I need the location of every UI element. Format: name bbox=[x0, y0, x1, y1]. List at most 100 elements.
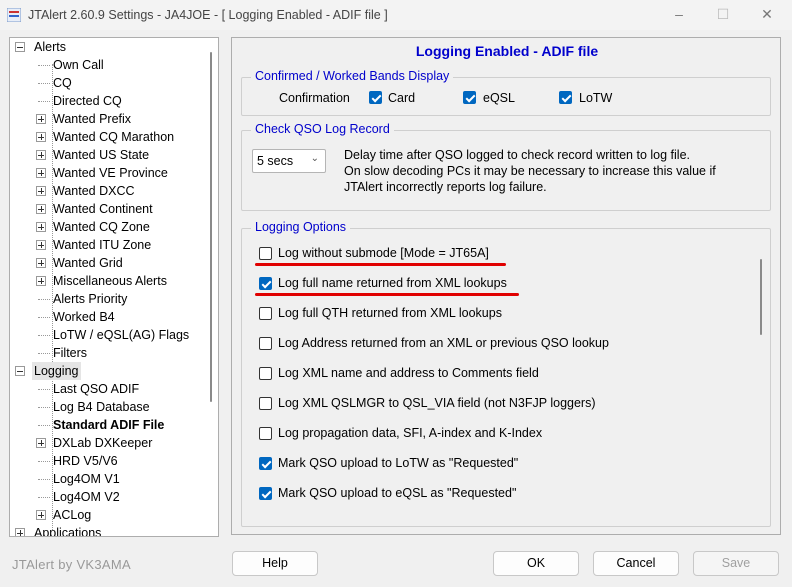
tree-item-label: Wanted CQ Marathon bbox=[53, 130, 175, 144]
expand-icon[interactable] bbox=[36, 186, 46, 196]
expand-icon[interactable] bbox=[36, 222, 46, 232]
tree-item-label: HRD V5/V6 bbox=[53, 454, 118, 468]
tree-item-wanted-cq-zone[interactable]: Wanted CQ Zone bbox=[10, 218, 218, 236]
card-checkbox[interactable] bbox=[369, 91, 382, 104]
tree-item-label: ACLog bbox=[53, 508, 92, 522]
option-checkbox[interactable] bbox=[259, 367, 272, 380]
page-title: Logging Enabled - ADIF file bbox=[415, 43, 599, 59]
tree-item-standard-adif-file[interactable]: Standard ADIF File bbox=[10, 416, 218, 434]
expand-icon[interactable] bbox=[36, 510, 46, 520]
tree-item-directed-cq[interactable]: Directed CQ bbox=[10, 92, 218, 110]
option-checkbox[interactable] bbox=[259, 487, 272, 500]
collapse-icon[interactable] bbox=[15, 366, 25, 376]
group-label: Check QSO Log Record bbox=[251, 122, 394, 136]
option-checkbox[interactable] bbox=[259, 337, 272, 350]
tree-item-label: Filters bbox=[53, 346, 88, 360]
expand-icon[interactable] bbox=[15, 528, 25, 536]
tree-item-wanted-continent[interactable]: Wanted Continent bbox=[10, 200, 218, 218]
tree-item-wanted-dxcc[interactable]: Wanted DXCC bbox=[10, 182, 218, 200]
collapse-icon[interactable] bbox=[15, 42, 25, 52]
title-bar: JTAlert 2.60.9 Settings - JA4JOE - [ Log… bbox=[0, 0, 792, 30]
tree-item-wanted-grid[interactable]: Wanted Grid bbox=[10, 254, 218, 272]
option-checkbox[interactable] bbox=[259, 427, 272, 440]
tree-item-log-b4-database[interactable]: Log B4 Database bbox=[10, 398, 218, 416]
option-checkbox[interactable] bbox=[259, 307, 272, 320]
option-label: Mark QSO upload to LoTW as "Requested" bbox=[278, 456, 519, 470]
tree-item-label: Wanted DXCC bbox=[53, 184, 135, 198]
app-icon bbox=[7, 8, 21, 22]
option-checkbox[interactable] bbox=[259, 277, 272, 290]
delay-select[interactable]: 5 secs ⌄ bbox=[252, 149, 326, 173]
card-label: Card bbox=[388, 91, 416, 105]
tree-item-wanted-itu-zone[interactable]: Wanted ITU Zone bbox=[10, 236, 218, 254]
tree-item-alerts[interactable]: Alerts bbox=[10, 38, 218, 56]
expand-icon[interactable] bbox=[36, 132, 46, 142]
save-button[interactable]: Save bbox=[693, 551, 779, 576]
option-checkbox[interactable] bbox=[259, 457, 272, 470]
eqsl-checkbox[interactable] bbox=[463, 91, 476, 104]
brand-text: JTAlert by VK3AMA bbox=[12, 557, 132, 572]
tree-item-applications[interactable]: Applications bbox=[10, 524, 218, 537]
tree-item-log4om-v1[interactable]: Log4OM V1 bbox=[10, 470, 218, 488]
tree-item-own-call[interactable]: Own Call bbox=[10, 56, 218, 74]
expand-icon[interactable] bbox=[36, 240, 46, 250]
cancel-button[interactable]: Cancel bbox=[593, 551, 679, 576]
tree-item-hrd[interactable]: HRD V5/V6 bbox=[10, 452, 218, 470]
annotation-underline bbox=[255, 293, 519, 296]
tree-item-last-qso-adif[interactable]: Last QSO ADIF bbox=[10, 380, 218, 398]
tree-item-wanted-cq-marathon[interactable]: Wanted CQ Marathon bbox=[10, 128, 218, 146]
group-label: Logging Options bbox=[251, 220, 351, 234]
option-label: Mark QSO upload to eQSL as "Requested" bbox=[278, 486, 517, 500]
bands-display-group: Confirmed / Worked Bands Display Confirm… bbox=[241, 69, 771, 116]
tree-item-miscellaneous-alerts[interactable]: Miscellaneous Alerts bbox=[10, 272, 218, 290]
expand-icon[interactable] bbox=[36, 438, 46, 448]
tree-item-dxlab-dxkeeper[interactable]: DXLab DXKeeper bbox=[10, 434, 218, 452]
expand-icon[interactable] bbox=[36, 114, 46, 124]
tree-item-alerts-priority[interactable]: Alerts Priority bbox=[10, 290, 218, 308]
tree-item-label: Wanted VE Province bbox=[53, 166, 168, 180]
tree-item-label: Worked B4 bbox=[53, 310, 115, 324]
tree-item-wanted-ve-province[interactable]: Wanted VE Province bbox=[10, 164, 218, 182]
delay-description: Delay time after QSO logged to check rec… bbox=[344, 147, 716, 195]
ok-button[interactable]: OK bbox=[493, 551, 579, 576]
tree-scrollbar[interactable] bbox=[210, 52, 212, 402]
settings-panel: Logging Enabled - ADIF file Confirmed / … bbox=[231, 37, 781, 535]
delay-value: 5 secs bbox=[257, 154, 294, 168]
tree-item-label: Logging bbox=[32, 362, 81, 380]
tree-item-lotw-eqsl-flags[interactable]: LoTW / eQSL(AG) Flags bbox=[10, 326, 218, 344]
tree-item-log4om-v2[interactable]: Log4OM V2 bbox=[10, 488, 218, 506]
tree-item-worked-b4[interactable]: Worked B4 bbox=[10, 308, 218, 326]
expand-icon[interactable] bbox=[36, 204, 46, 214]
tree-item-logging[interactable]: Logging bbox=[10, 362, 218, 380]
options-scrollbar[interactable] bbox=[760, 259, 762, 335]
maximize-button[interactable]: ☐ bbox=[700, 0, 746, 30]
expand-icon[interactable] bbox=[36, 150, 46, 160]
tree-item-cq[interactable]: CQ bbox=[10, 74, 218, 92]
chevron-down-icon: ⌄ bbox=[310, 153, 319, 164]
expand-icon[interactable] bbox=[36, 276, 46, 286]
minimize-button[interactable]: – bbox=[656, 0, 702, 30]
lotw-checkbox[interactable] bbox=[559, 91, 572, 104]
tree-item-wanted-us-state[interactable]: Wanted US State bbox=[10, 146, 218, 164]
tree-item-label: Log B4 Database bbox=[53, 400, 150, 414]
option-label: Log propagation data, SFI, A-index and K… bbox=[278, 426, 543, 440]
option-checkbox[interactable] bbox=[259, 247, 272, 260]
settings-tree[interactable]: Alerts Own Call CQ Directed CQ Wanted Pr… bbox=[9, 37, 219, 537]
option-label: Log XML name and address to Comments fie… bbox=[278, 366, 539, 380]
tree-item-label: Wanted US State bbox=[53, 148, 150, 162]
tree-item-label: Log4OM V1 bbox=[53, 472, 120, 486]
expand-icon[interactable] bbox=[36, 258, 46, 268]
annotation-underline bbox=[255, 263, 506, 266]
tree-item-filters[interactable]: Filters bbox=[10, 344, 218, 362]
help-button[interactable]: Help bbox=[232, 551, 318, 576]
tree-item-wanted-prefix[interactable]: Wanted Prefix bbox=[10, 110, 218, 128]
lotw-label: LoTW bbox=[579, 91, 613, 105]
option-checkbox[interactable] bbox=[259, 397, 272, 410]
expand-icon[interactable] bbox=[36, 168, 46, 178]
tree-item-label: Applications bbox=[34, 526, 102, 537]
close-button[interactable]: ✕ bbox=[744, 0, 790, 30]
description-line: JTAlert incorrectly reports log failure. bbox=[344, 180, 547, 194]
tree-item-aclog[interactable]: ACLog bbox=[10, 506, 218, 524]
description-line: Delay time after QSO logged to check rec… bbox=[344, 148, 690, 162]
tree-item-label: Directed CQ bbox=[53, 94, 122, 108]
